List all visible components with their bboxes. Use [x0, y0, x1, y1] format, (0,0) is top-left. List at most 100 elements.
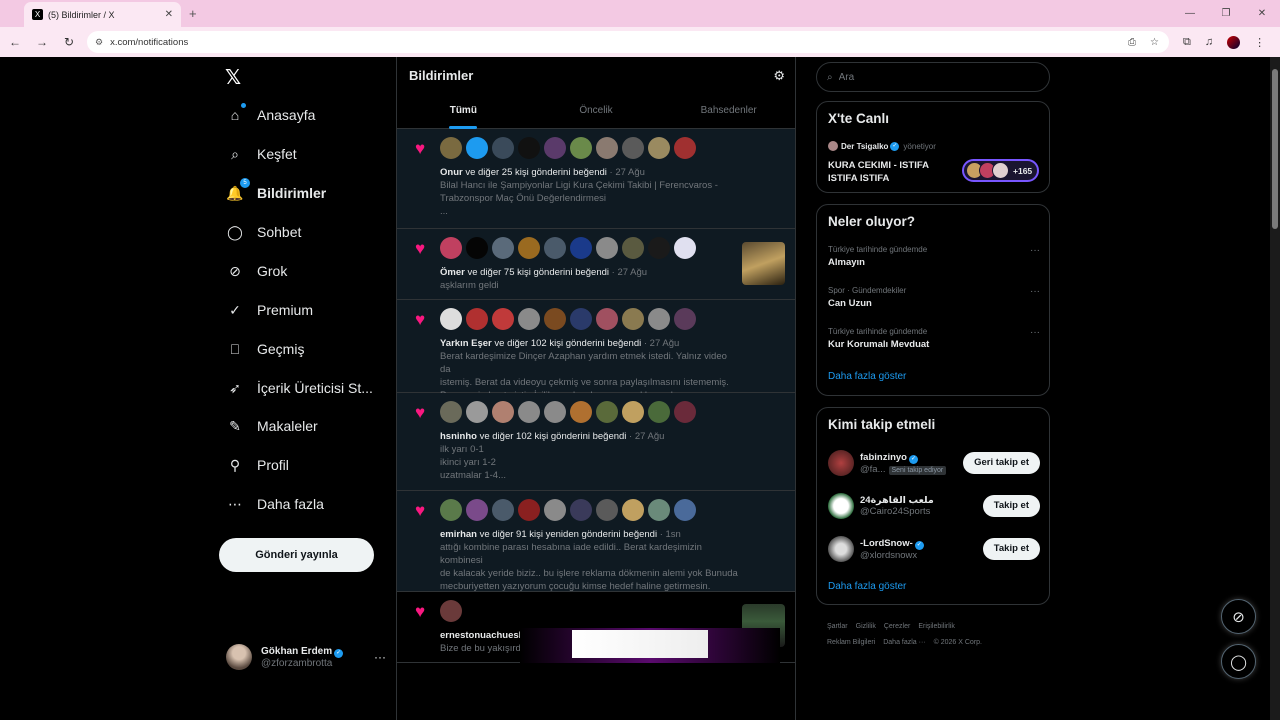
avatar[interactable] — [674, 308, 696, 330]
avatar[interactable] — [440, 499, 462, 521]
url-bar[interactable]: ⚙ x.com/notifications ⎙ ☆ — [87, 31, 1169, 53]
trends-show-more-link[interactable]: Daha fazla göster — [828, 371, 906, 382]
avatar[interactable] — [440, 137, 462, 159]
avatar[interactable] — [648, 308, 670, 330]
avatar[interactable] — [544, 401, 566, 423]
close-window-icon[interactable]: ✕ — [1244, 0, 1280, 27]
list-item[interactable]: ♥ Ömer ve diğer 75 kişi gönderini beğendi… — [397, 229, 795, 300]
avatar[interactable] — [466, 237, 488, 259]
avatar[interactable] — [544, 237, 566, 259]
avatar[interactable] — [674, 237, 696, 259]
avatar[interactable] — [518, 308, 540, 330]
footer-link[interactable]: Daha fazla ··· — [883, 639, 925, 646]
back-icon[interactable]: ← — [3, 35, 27, 49]
sidebar-item-5[interactable]: ✓ Premium — [226, 296, 313, 324]
tab-all[interactable]: Tümü — [397, 97, 530, 129]
footer-link[interactable]: Şartlar — [827, 623, 848, 630]
profile-avatar-icon[interactable] — [1227, 35, 1241, 49]
more-icon[interactable]: ··· — [1030, 245, 1040, 256]
sidebar-item-3[interactable]: ◯ Sohbet — [226, 218, 301, 246]
extensions-icon[interactable]: ⧉ — [1183, 36, 1191, 49]
avatar[interactable] — [828, 493, 854, 519]
avatar[interactable] — [570, 401, 592, 423]
forward-icon[interactable]: → — [30, 35, 54, 49]
avatar[interactable] — [492, 499, 514, 521]
avatar[interactable] — [518, 499, 540, 521]
actor-name[interactable]: emirhan — [440, 529, 477, 540]
minimize-icon[interactable]: — — [1172, 0, 1208, 27]
tab-priority[interactable]: Öncelik — [530, 97, 663, 129]
follow-suggestion[interactable]: ملعب القاهرة24 @Cairo24Sports Takip et — [828, 491, 1040, 521]
more-icon[interactable]: ··· — [1030, 327, 1040, 338]
page-scrollbar[interactable] — [1270, 57, 1280, 720]
install-app-icon[interactable]: ⎙ — [1128, 37, 1136, 48]
avatar[interactable] — [492, 137, 514, 159]
sidebar-item-2[interactable]: 🔔 5 Bildirimler — [226, 178, 326, 207]
more-icon[interactable]: ··· — [1030, 286, 1040, 297]
live-host[interactable]: Der Tsigalko ✓ yönetiyor — [828, 141, 936, 151]
bookmark-star-icon[interactable]: ☆ — [1150, 37, 1159, 48]
grok-fab-icon[interactable]: ⊘ — [1221, 599, 1256, 634]
sidebar-item-6[interactable]: ⎕ Geçmiş — [226, 335, 305, 363]
footer-link[interactable]: Erişilebilirlik — [918, 623, 955, 630]
footer-link[interactable]: Reklam Bilgileri — [827, 639, 875, 646]
sidebar-item-1[interactable]: ⌕ Keşfet — [226, 140, 297, 168]
follow-show-more-link[interactable]: Daha fazla göster — [828, 581, 906, 592]
actor-name[interactable]: Ömer — [440, 267, 465, 278]
avatar[interactable] — [570, 308, 592, 330]
avatar[interactable] — [518, 137, 540, 159]
actor-name[interactable]: Yarkın Eşer — [440, 338, 492, 349]
new-tab-button[interactable]: + — [189, 6, 197, 21]
sidebar-item-9[interactable]: ⚲ Profil — [226, 451, 289, 479]
avatar[interactable] — [674, 137, 696, 159]
avatar[interactable] — [492, 237, 514, 259]
avatar[interactable] — [596, 237, 618, 259]
x-logo-icon[interactable]: 𝕏 — [225, 65, 241, 90]
follow-suggestion[interactable]: fabinzinyo ✓ @fa... Seni takip ediyor Geri t… — [828, 448, 1040, 478]
avatar[interactable] — [518, 401, 540, 423]
settings-gear-icon[interactable]: ⚙ — [773, 68, 785, 84]
search-input[interactable] — [838, 71, 1019, 83]
avatar[interactable] — [466, 308, 488, 330]
avatar[interactable] — [674, 401, 696, 423]
sidebar-item-10[interactable]: ⋯ Daha fazla — [226, 490, 324, 518]
avatar[interactable] — [622, 308, 644, 330]
browser-tab[interactable]: X (5) Bildirimler / X ✕ — [24, 2, 181, 27]
footer-link[interactable]: Çerezler — [884, 623, 910, 630]
avatar[interactable] — [570, 137, 592, 159]
trend-item[interactable]: Türkiye tarihinde gündemde Kur Korumalı M… — [828, 327, 1040, 350]
search-box[interactable]: ⌕ — [816, 62, 1050, 92]
list-item[interactable]: ♥ hsninho ve diğer 102 kişi gönderini beğ… — [397, 393, 795, 491]
avatar[interactable] — [648, 237, 670, 259]
tab-mentions[interactable]: Bahsedenler — [662, 97, 795, 129]
sidebar-item-0[interactable]: ⌂ Anasayfa — [226, 101, 315, 129]
trend-item[interactable]: Türkiye tarihinde gündemde Almayın ··· — [828, 245, 1040, 268]
messages-fab-icon[interactable]: ◯ — [1221, 644, 1256, 679]
tab-close-icon[interactable]: ✕ — [165, 9, 173, 20]
avatar[interactable] — [492, 308, 514, 330]
avatar[interactable] — [570, 237, 592, 259]
avatar[interactable] — [440, 308, 462, 330]
avatar[interactable] — [596, 137, 618, 159]
footer-link[interactable]: Gizlilik — [856, 623, 876, 630]
site-info-icon[interactable]: ⚙ — [95, 37, 103, 48]
follow-button[interactable]: Takip et — [982, 538, 1040, 560]
footer-link[interactable]: © 2026 X Corp. — [934, 639, 982, 646]
space-title[interactable]: KURA CEKIMI - ISTIFA ISTIFA ISTIFA — [828, 159, 958, 185]
post-thumbnail[interactable] — [742, 242, 785, 285]
avatar[interactable] — [440, 237, 462, 259]
follow-button[interactable]: Geri takip et — [963, 452, 1040, 474]
sidebar-item-7[interactable]: ➶ İçerik Üreticisi St... — [226, 374, 373, 402]
trend-item[interactable]: Spor · Gündemdekiler Can Uzun ··· — [828, 286, 1040, 309]
avatar[interactable] — [828, 536, 854, 562]
avatar[interactable] — [596, 401, 618, 423]
browser-menu-icon[interactable]: ⋮ — [1254, 36, 1265, 49]
sidebar-item-4[interactable]: ⊘ Grok — [226, 257, 287, 285]
list-item[interactable]: ♥ Onur ve diğer 25 kişi gönderini beğendi… — [397, 129, 795, 229]
avatar[interactable] — [596, 499, 618, 521]
live-listeners-pill[interactable]: +165 — [962, 159, 1039, 182]
list-item[interactable]: ♥ Yarkın Eşer ve diğer 102 kişi gönderini… — [397, 300, 795, 414]
list-item[interactable]: ♥ emirhan ve diğer 91 kişi yeniden gönder… — [397, 491, 795, 592]
reload-icon[interactable]: ↻ — [57, 35, 81, 49]
avatar[interactable] — [648, 401, 670, 423]
